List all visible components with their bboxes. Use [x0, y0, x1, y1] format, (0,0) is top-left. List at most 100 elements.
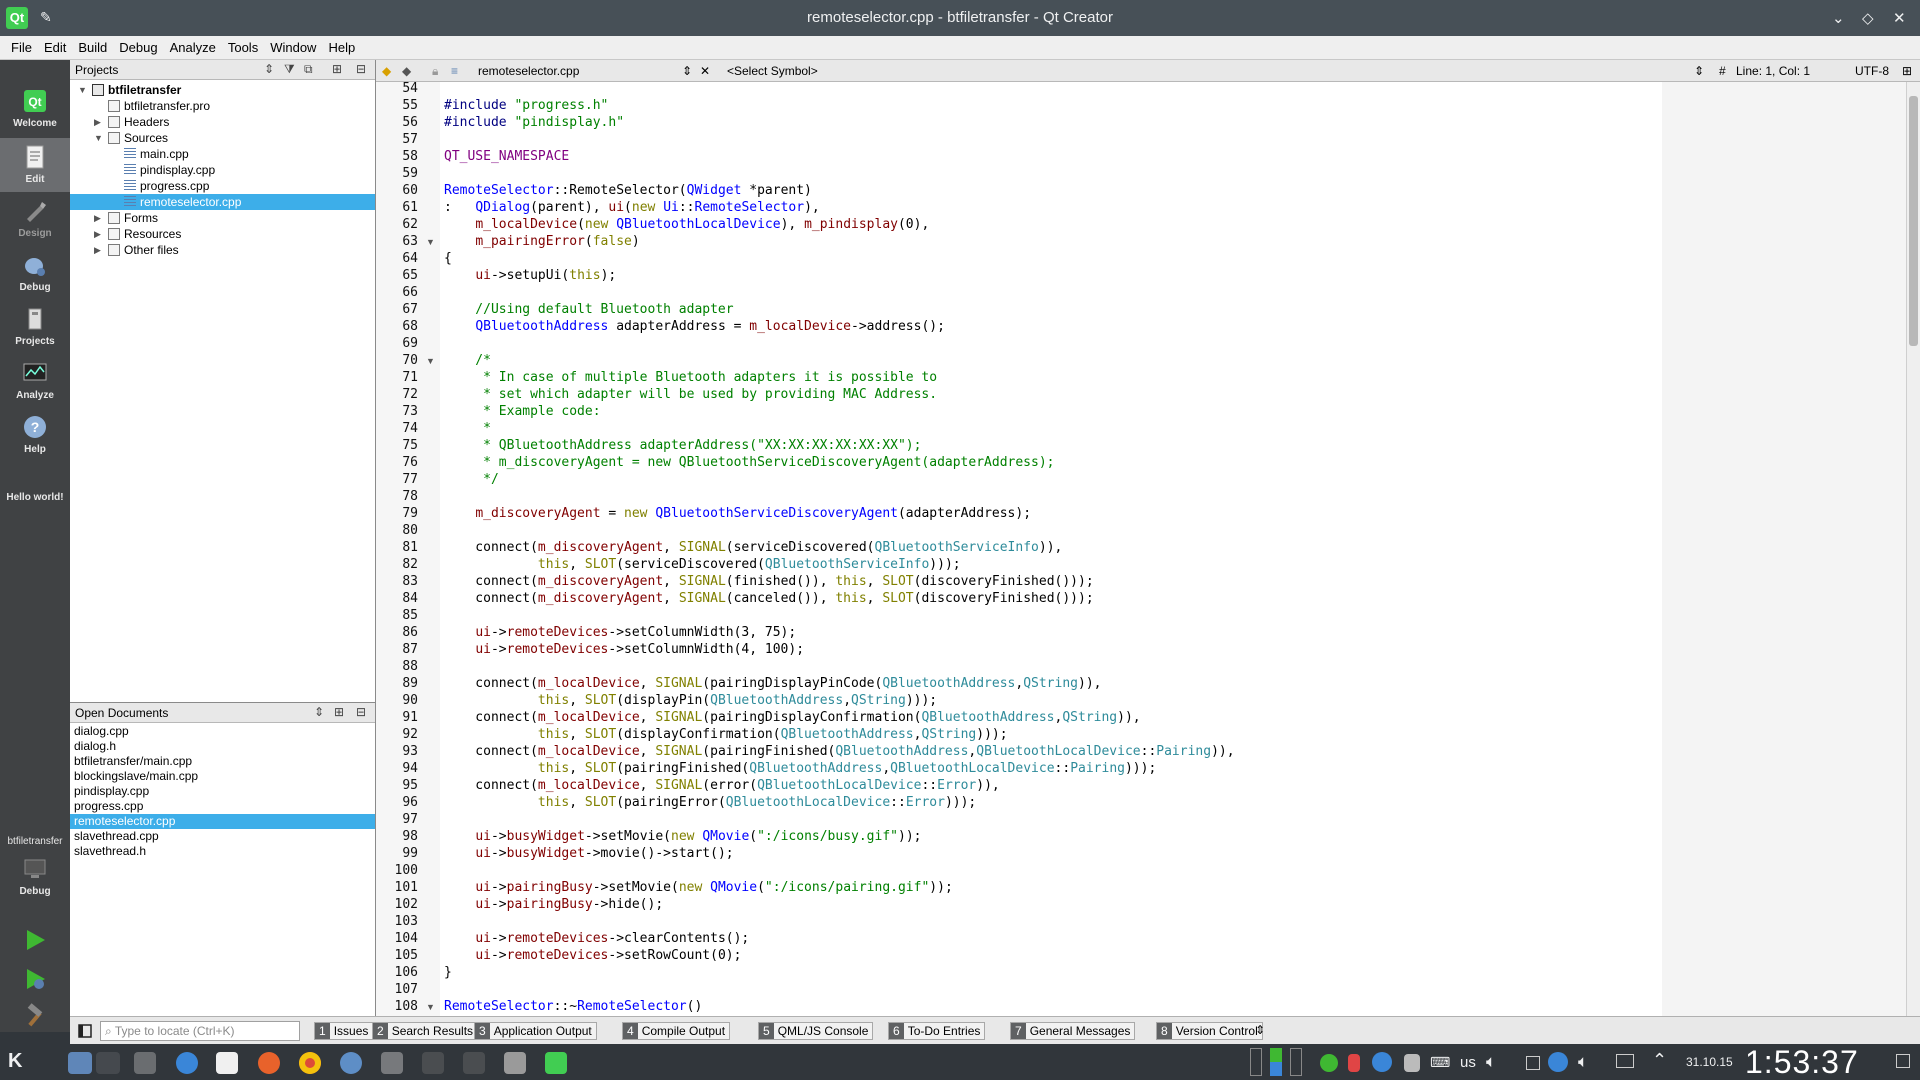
text-editor-icon[interactable]	[216, 1052, 238, 1074]
output-tab[interactable]: 4 Compile Output	[622, 1022, 731, 1040]
editor-vertical-scrollbar[interactable]	[1906, 82, 1920, 1016]
project-tree-item[interactable]: remoteselector.cpp	[70, 194, 375, 210]
device-notifier-icon[interactable]	[1526, 1056, 1540, 1070]
menu-analyze[interactable]: Analyze	[164, 36, 222, 55]
open-document-item[interactable]: slavethread.h	[70, 844, 375, 859]
menu-build[interactable]: Build	[72, 36, 113, 55]
open-document-item[interactable]: dialog.cpp	[70, 724, 375, 739]
build-hammer-icon[interactable]	[22, 1003, 48, 1029]
firefox-icon[interactable]	[258, 1052, 280, 1074]
bluetooth-icon[interactable]	[1548, 1052, 1568, 1072]
output-tab[interactable]: 6 To-Do Entries	[888, 1022, 986, 1040]
clock[interactable]: 1:53:37	[1745, 1044, 1859, 1080]
project-tree-item[interactable]: pindisplay.cpp	[70, 162, 375, 178]
output-tab[interactable]: 5 QML/JS Console	[758, 1022, 874, 1040]
split-editor-icon[interactable]: ⊞	[1902, 64, 1912, 78]
volume-icon[interactable]: 🔈︎	[1486, 1052, 1496, 1072]
code-editor[interactable]: 54 55 #include "progress.h" 56 #include "pin…	[376, 82, 1906, 1016]
collapsed-arrow-icon[interactable]: ▶	[94, 114, 104, 130]
open-document-item[interactable]: remoteselector.cpp	[70, 814, 375, 829]
close-document-icon[interactable]: ✕	[700, 64, 710, 78]
mode-welcome[interactable]: Qt Welcome	[0, 82, 70, 136]
menu-debug[interactable]: Debug	[113, 36, 163, 55]
mode-edit[interactable]: Edit	[0, 138, 70, 192]
menu-help[interactable]: Help	[322, 36, 361, 55]
display-icon[interactable]	[1616, 1054, 1634, 1068]
output-tab[interactable]: 8 Version Control	[1156, 1022, 1263, 1040]
collapsed-arrow-icon[interactable]: ▶	[94, 210, 104, 226]
fold-marker-icon[interactable]: ▼	[426, 1002, 435, 1012]
symbol-combo[interactable]: <Select Symbol>	[727, 64, 818, 78]
output-tab[interactable]: 7 General Messages	[1010, 1022, 1136, 1040]
audio-icon[interactable]: 🔈︎	[1578, 1052, 1588, 1072]
chrome-icon[interactable]	[299, 1052, 321, 1074]
folder-app-icon[interactable]	[463, 1052, 485, 1074]
cursor-position[interactable]: Line: 1, Col: 1	[1736, 64, 1810, 78]
open-document-item[interactable]: blockingslave/main.cpp	[70, 769, 375, 784]
project-tree-item[interactable]: ▶ Forms	[70, 210, 375, 226]
run-icon[interactable]	[22, 927, 48, 953]
toggle-sidebar-icon[interactable]	[78, 1024, 92, 1038]
filter-icon[interactable]: ⧩	[284, 62, 295, 77]
split-icon[interactable]: ⊞	[332, 62, 342, 76]
maximize-icon[interactable]: ◇	[1862, 9, 1874, 27]
project-tree-item[interactable]: progress.cpp	[70, 178, 375, 194]
project-tree-item[interactable]: ▼ Sources	[70, 130, 375, 146]
scrollbar-thumb[interactable]	[1909, 96, 1918, 346]
update-notifier-icon[interactable]	[1320, 1054, 1338, 1072]
archive-app-icon[interactable]	[504, 1052, 526, 1074]
split-icon[interactable]: ⊞	[334, 705, 344, 719]
forward-icon[interactable]: ◆	[402, 64, 411, 78]
expanded-arrow-icon[interactable]: ▼	[78, 82, 88, 98]
open-document-item[interactable]: pindisplay.cpp	[70, 784, 375, 799]
project-tree-item[interactable]: ▶ Resources	[70, 226, 375, 242]
mode-analyze[interactable]: Analyze	[0, 354, 70, 408]
notification-icon[interactable]	[1348, 1054, 1360, 1072]
mode-design[interactable]: Design	[0, 192, 70, 246]
clipboard-icon[interactable]	[1404, 1054, 1420, 1072]
open-document-item[interactable]: progress.cpp	[70, 799, 375, 814]
network-status-icon[interactable]	[1372, 1052, 1392, 1072]
view-selector-icon[interactable]: ⇕	[264, 62, 274, 76]
keyboard-icon[interactable]: ⌨	[1430, 1054, 1450, 1071]
activity-pager-icon[interactable]	[1290, 1048, 1302, 1076]
terminal-icon[interactable]	[381, 1052, 403, 1074]
open-document-item[interactable]: slavethread.cpp	[70, 829, 375, 844]
pager-desktop-icon[interactable]	[68, 1052, 92, 1074]
monitor-app-icon[interactable]	[422, 1052, 444, 1074]
expanded-arrow-icon[interactable]: ▼	[94, 130, 104, 146]
mode-help[interactable]: ? Help	[0, 408, 70, 462]
pager-desktop-icon[interactable]	[96, 1052, 120, 1074]
open-document-item[interactable]: btfiletransfer/main.cpp	[70, 754, 375, 769]
collapsed-arrow-icon[interactable]: ▶	[94, 242, 104, 258]
project-tree-item[interactable]: ▶ Headers	[70, 114, 375, 130]
output-tab[interactable]: 3 Application Output	[474, 1022, 597, 1040]
start-debugging-icon[interactable]	[22, 966, 48, 992]
menu-window[interactable]: Window	[264, 36, 322, 55]
close-pane-icon[interactable]: ⊟	[356, 62, 366, 76]
kit-selector[interactable]: Debug	[0, 850, 70, 904]
close-pane-icon[interactable]: ⊟	[356, 705, 366, 719]
mode-projects[interactable]: Projects	[0, 300, 70, 354]
fold-marker-icon[interactable]: ▼	[426, 356, 435, 366]
file-manager-icon[interactable]	[134, 1052, 156, 1074]
output-pane-menu-icon[interactable]: ⇕	[1255, 1023, 1265, 1037]
project-tree-item[interactable]: ▼ btfiletransfer	[70, 82, 375, 98]
collapsed-arrow-icon[interactable]: ▶	[94, 226, 104, 242]
fold-marker-icon[interactable]: ▼	[426, 237, 435, 247]
back-icon[interactable]: ◆	[382, 64, 391, 78]
locator-input[interactable]: ⌕ Type to locate (Ctrl+K)	[100, 1021, 300, 1041]
activity-pager-icon[interactable]	[1250, 1048, 1262, 1076]
show-hidden-icons-icon[interactable]: ⌃	[1652, 1050, 1667, 1071]
link-editor-icon[interactable]: ⧉	[304, 62, 313, 77]
keyboard-layout-label[interactable]: us	[1460, 1054, 1476, 1071]
project-tree-item[interactable]: main.cpp	[70, 146, 375, 162]
close-icon[interactable]: ✕	[1893, 9, 1906, 27]
mode-debug[interactable]: Debug	[0, 246, 70, 300]
activity-pager-icon[interactable]	[1270, 1048, 1282, 1076]
project-tree-item[interactable]: btfiletransfer.pro	[70, 98, 375, 114]
current-file-combo[interactable]: remoteselector.cpp	[478, 64, 579, 78]
menu-edit[interactable]: Edit	[38, 36, 72, 55]
open-document-item[interactable]: dialog.h	[70, 739, 375, 754]
network-browser-icon[interactable]	[176, 1052, 198, 1074]
